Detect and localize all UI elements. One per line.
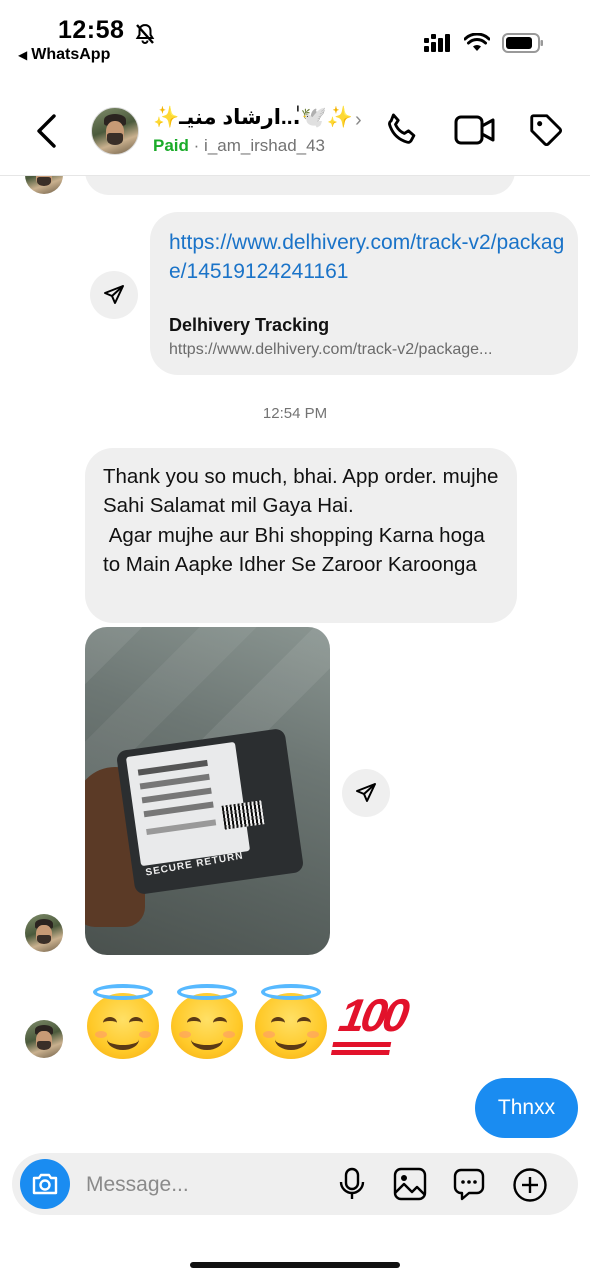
photo-message[interactable]: SECURE RETURN (85, 627, 330, 955)
tracking-link[interactable]: https://www.delhivery.com/track-v2/packa… (169, 228, 569, 286)
separator-dot: · (193, 136, 200, 155)
sticker-chat-icon[interactable] (452, 1167, 486, 1206)
contact-username: i_am_irshad_43 (204, 136, 326, 155)
link-preview-url: https://www.delhivery.com/track-v2/packa… (169, 341, 493, 358)
microphone-icon[interactable] (338, 1167, 366, 1206)
status-bar: 12:58 ◀ WhatsApp (0, 0, 590, 78)
status-right-icons (424, 33, 544, 53)
back-app-label: WhatsApp (31, 46, 111, 63)
cellular-signal-icon (424, 34, 450, 52)
message-input[interactable] (84, 1165, 328, 1205)
camera-button[interactable] (20, 1159, 70, 1209)
avatar (25, 1020, 63, 1058)
video-camera-icon[interactable] (454, 113, 496, 152)
message-composer (12, 1153, 578, 1215)
home-indicator[interactable] (190, 1262, 400, 1268)
outgoing-message-bubble[interactable]: Thnxx (475, 1078, 578, 1138)
hundred-points-icon: 100 (335, 989, 410, 1041)
phone-icon[interactable] (383, 111, 421, 154)
back-chevron-icon[interactable] (34, 113, 60, 154)
message-timestamp: 12:54 PM (262, 405, 328, 422)
plus-icon[interactable] (512, 1167, 548, 1208)
wifi-icon (464, 33, 490, 51)
avatar[interactable] (91, 107, 139, 155)
chat-header: ✨ارشاد منیـ...ٰ🕊️✨ › Paid · i_am_irshad_… (0, 85, 590, 176)
link-preview-bubble[interactable]: https://www.delhivery.com/track-v2/packa… (150, 212, 578, 375)
share-icon[interactable] (342, 769, 390, 817)
avatar (25, 914, 63, 952)
back-triangle-icon: ◀ (18, 48, 28, 62)
incoming-message-text: Thank you so much, bhai. App order. mujh… (103, 465, 499, 576)
battery-icon (502, 33, 543, 53)
status-time: 12:58 (58, 16, 125, 44)
gallery-icon[interactable] (393, 1167, 427, 1206)
camera-icon (32, 1173, 58, 1195)
smiling-face-with-halo-icon (171, 984, 243, 1059)
emoji-message[interactable] (87, 984, 327, 1059)
incoming-message-bubble[interactable]: Thank you so much, bhai. App order. mujh… (85, 448, 517, 623)
contact-name[interactable]: ✨ارشاد منیـ...ٰ🕊️✨ (153, 105, 353, 130)
share-icon[interactable] (90, 271, 138, 319)
bell-muted-icon (133, 22, 157, 51)
smiling-face-with-halo-icon (255, 984, 327, 1059)
paid-badge: Paid (153, 136, 189, 155)
chevron-right-icon[interactable]: › (355, 109, 362, 132)
tag-icon[interactable] (527, 111, 565, 154)
smiling-face-with-halo-icon (87, 984, 159, 1059)
back-to-app-link[interactable]: ◀ WhatsApp (18, 46, 110, 64)
link-preview-title: Delhivery Tracking (169, 315, 330, 335)
contact-subtitle: Paid · i_am_irshad_43 (153, 136, 325, 156)
